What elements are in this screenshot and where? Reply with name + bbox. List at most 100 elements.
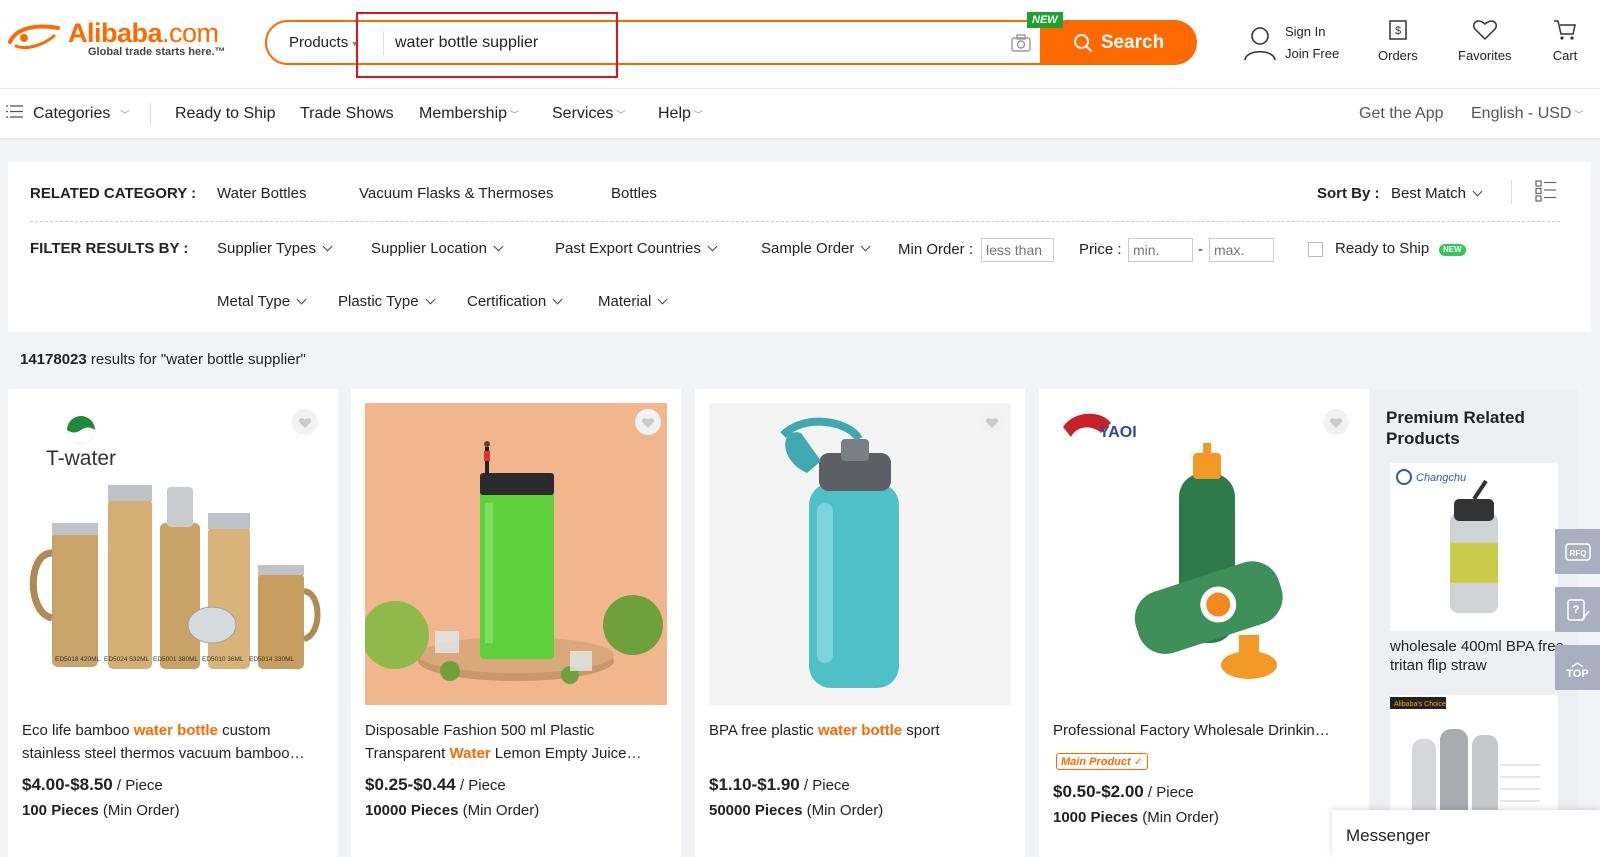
filter-label: Sample Order: [761, 240, 855, 257]
price-unit: / Piece: [799, 777, 850, 794]
related-bottles[interactable]: Bottles: [611, 185, 657, 202]
sort-value: Best Match: [1391, 185, 1467, 202]
chevron-down-icon: ﹀: [510, 110, 520, 120]
search-button-label: Search: [1100, 31, 1165, 53]
product-title[interactable]: BPA free plastic water bottle sport: [709, 719, 1009, 765]
premium-product-card[interactable]: Changchu: [1390, 463, 1558, 631]
messenger-bar[interactable]: Messenger: [1332, 810, 1600, 857]
product-card[interactable]: YAOI Professional Factory Wholesale Drin…: [1039, 389, 1369, 857]
filter-sample-order[interactable]: Sample Order: [761, 240, 871, 257]
moq-suffix: (Min Order): [1138, 809, 1219, 826]
search-category-label: Products: [289, 34, 349, 51]
premium-product-title[interactable]: wholesale 400ml BPA free tritan flip str…: [1390, 637, 1565, 675]
nav-item-trade-shows[interactable]: Trade Shows: [300, 89, 394, 139]
language-currency-selector[interactable]: English - USD ﹀: [1471, 89, 1584, 139]
related-category-label: RELATED CATEGORY :: [30, 185, 197, 202]
get-app-link[interactable]: Get the App: [1359, 89, 1444, 139]
filter-certification[interactable]: Certification: [467, 293, 563, 310]
product-image[interactable]: T-water ED5018 420ML ED5024 532ML ED5001…: [22, 403, 324, 705]
filter-past-export-countries[interactable]: Past Export Countries: [555, 240, 718, 257]
heart-icon: [298, 417, 312, 428]
product-image[interactable]: YAOI: [1053, 403, 1355, 705]
heart-icon: [1329, 417, 1343, 428]
title-text: Professional Factory Wholesale Drinkin…: [1053, 722, 1330, 739]
product-image[interactable]: [365, 403, 667, 705]
title-text: Lemon Empty Juice…: [490, 745, 642, 762]
min-order-input[interactable]: [981, 238, 1054, 262]
chevron-down-icon: [552, 294, 563, 305]
product-price: $4.00-$8.50 / Piece: [22, 775, 163, 795]
favorite-button[interactable]: [979, 409, 1005, 435]
price-unit: / Piece: [112, 777, 163, 794]
related-vacuum-flasks[interactable]: Vacuum Flasks & Thermoses: [359, 185, 554, 202]
feedback-button[interactable]: ?: [1555, 587, 1600, 632]
ready-to-ship-label[interactable]: Ready to Ship: [1335, 240, 1429, 257]
nav-item-help[interactable]: Help ﹀: [658, 89, 703, 139]
help-label: Help: [658, 105, 691, 122]
filter-supplier-types[interactable]: Supplier Types: [217, 240, 333, 257]
product-card[interactable]: Disposable Fashion 500 ml Plastic Transp…: [351, 389, 681, 857]
product-image[interactable]: [709, 403, 1011, 705]
language-label: English - USD: [1471, 105, 1572, 122]
camera-search-icon[interactable]: [1011, 34, 1031, 52]
product-price: $0.25-$0.44 / Piece: [365, 775, 506, 795]
ready-to-ship-checkbox[interactable]: [1308, 242, 1323, 257]
image-label: ED5010 36ML: [202, 656, 244, 663]
top-header: Alibaba.com Global trade starts here.™ P…: [0, 0, 1600, 88]
back-to-top-button[interactable]: ︿ TOP: [1555, 645, 1600, 690]
chevron-down-icon: [707, 241, 718, 252]
title-highlight: water bottle: [133, 722, 218, 739]
list-view-icon[interactable]: [1535, 180, 1557, 202]
rfq-button[interactable]: RFQ: [1555, 529, 1600, 574]
filter-material[interactable]: Material: [598, 293, 668, 310]
nav-item-services[interactable]: Services ﹀: [552, 89, 625, 139]
product-card[interactable]: T-water ED5018 420ML ED5024 532ML ED5001…: [8, 389, 338, 857]
chevron-down-icon: [425, 294, 436, 305]
price-separator: -: [1198, 241, 1203, 258]
product-title[interactable]: Eco life bamboo water bottle custom stai…: [22, 719, 322, 765]
min-order: 1000 Pieces (Min Order): [1053, 809, 1219, 826]
cart-link[interactable]: Cart: [1552, 18, 1578, 63]
chevron-down-icon: [1472, 186, 1483, 197]
search-button[interactable]: Search: [1040, 20, 1197, 65]
sign-in-link[interactable]: Sign In: [1285, 21, 1339, 43]
svg-text:?: ?: [1572, 604, 1579, 616]
orders-label: Orders: [1378, 48, 1418, 63]
product-price: $0.50-$2.00 / Piece: [1053, 782, 1194, 802]
price-min-input[interactable]: [1128, 238, 1193, 262]
product-title[interactable]: Professional Factory Wholesale Drinkin…: [1053, 719, 1353, 742]
nav-item-membership[interactable]: Membership ﹀: [419, 89, 519, 139]
favorite-button[interactable]: [635, 409, 661, 435]
orders-link[interactable]: $ Orders: [1378, 18, 1418, 63]
favorite-button[interactable]: [292, 409, 318, 435]
categories-menu[interactable]: Categories ﹀: [6, 89, 129, 139]
price-range: $4.00-$8.50: [22, 775, 113, 794]
search-category-dropdown[interactable]: Products ▾: [289, 22, 357, 63]
filter-plastic-type[interactable]: Plastic Type: [338, 293, 436, 310]
nav-item-ready-to-ship[interactable]: Ready to Ship: [175, 89, 276, 139]
result-count: 14178023 results for "water bottle suppl…: [20, 351, 306, 368]
filter-metal-type[interactable]: Metal Type: [217, 293, 307, 310]
product-price: $1.10-$1.90 / Piece: [709, 775, 850, 795]
alibaba-logo[interactable]: Alibaba.com Global trade starts here.™: [6, 18, 226, 62]
join-free-link[interactable]: Join Free: [1285, 43, 1339, 65]
search-input[interactable]: [395, 28, 955, 58]
favorite-button[interactable]: [1323, 409, 1349, 435]
title-text: BPA free plastic: [709, 722, 818, 739]
chevron-down-icon: ﹀: [616, 110, 626, 120]
account-menu[interactable]: Sign In Join Free: [1243, 23, 1339, 63]
favorites-link[interactable]: Favorites: [1458, 18, 1511, 63]
product-title[interactable]: Disposable Fashion 500 ml Plastic Transp…: [365, 719, 665, 765]
product-card[interactable]: BPA free plastic water bottle sport $1.1…: [695, 389, 1025, 857]
filter-label: Supplier Location: [371, 240, 487, 257]
title-text: sport: [902, 722, 940, 739]
search-divider: [383, 31, 384, 55]
min-order: 50000 Pieces (Min Order): [709, 802, 883, 819]
related-water-bottles[interactable]: Water Bottles: [217, 185, 306, 202]
chevron-up-icon: ︿: [1571, 654, 1584, 669]
filter-results-label: FILTER RESULTS BY :: [30, 240, 189, 257]
sort-by-dropdown[interactable]: Best Match: [1391, 185, 1483, 202]
price-max-input[interactable]: [1209, 238, 1274, 262]
filter-supplier-location[interactable]: Supplier Location: [371, 240, 504, 257]
main-product-badge: Main Product ✓: [1056, 753, 1148, 770]
